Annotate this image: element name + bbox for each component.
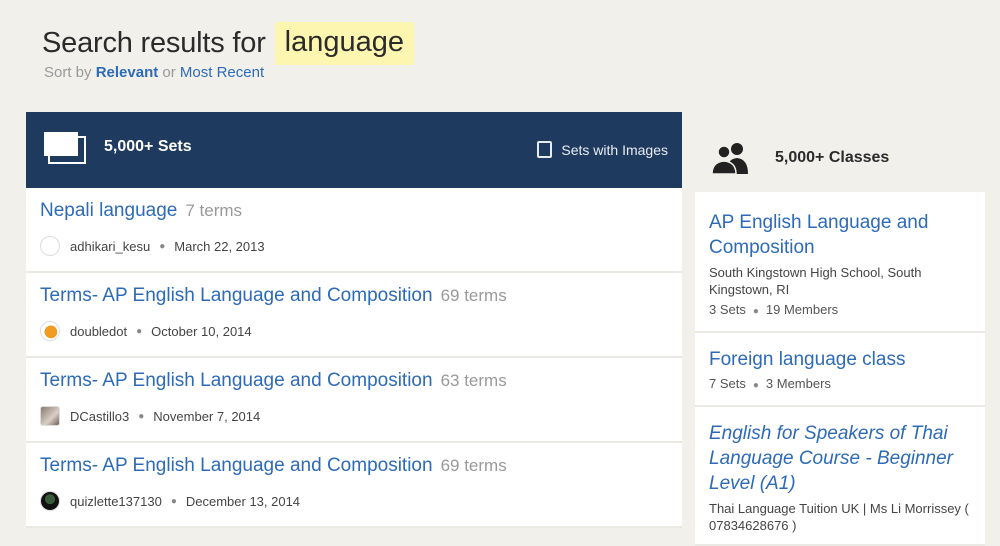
class-set-count: 7 Sets: [709, 376, 746, 391]
sort-label: Sort by: [44, 64, 92, 81]
sets-panel: 5,000+ Sets Sets with Images Nepali lang…: [26, 112, 682, 544]
user-avatar[interactable]: [40, 321, 60, 341]
class-meta: 3 Sets ● 19 Members: [695, 302, 985, 317]
search-results-page: Search results for language Sort by Rele…: [0, 0, 1000, 546]
class-title-link[interactable]: Foreign language class: [695, 347, 985, 372]
people-icon: [711, 143, 748, 174]
set-title-link[interactable]: Nepali language: [40, 200, 177, 221]
class-result-item: Foreign language class 7 Sets ● 3 Members: [695, 333, 985, 407]
classes-count: 5,000+ Classes: [775, 149, 890, 166]
set-author[interactable]: doubledot: [70, 324, 127, 339]
class-meta: 7 Sets ● 3 Members: [695, 376, 985, 391]
sets-with-images-filter[interactable]: Sets with Images: [537, 141, 668, 158]
set-author[interactable]: quizlette137130: [70, 494, 162, 509]
page-title-row: Search results for language: [42, 22, 415, 65]
set-result-item: Terms- AP English Language and Compositi…: [26, 443, 682, 528]
separator-dot: ●: [136, 325, 143, 337]
class-set-count: 3 Sets: [709, 302, 746, 317]
user-avatar[interactable]: [40, 406, 60, 426]
set-term-count: 63 terms: [440, 371, 507, 390]
sort-options: Sort by Relevant or Most Recent: [44, 64, 264, 81]
separator-dot: ●: [752, 380, 759, 391]
sets-header: 5,000+ Sets Sets with Images: [26, 112, 682, 188]
page-title: Search results for: [42, 27, 266, 59]
search-query-highlight: language: [274, 22, 415, 65]
set-term-count: 7 terms: [185, 201, 243, 220]
separator-dot: ●: [752, 306, 759, 317]
class-result-item: English for Speakers of Thai Language Co…: [695, 407, 985, 546]
class-title-link[interactable]: English for Speakers of Thai Language Co…: [695, 421, 985, 496]
set-date: December 13, 2014: [185, 493, 301, 509]
class-result-item: AP English Language and Composition Sout…: [695, 192, 985, 333]
separator-dot: ●: [159, 240, 166, 252]
classes-panel: 5,000+ Classes AP English Language and C…: [695, 120, 985, 546]
set-author[interactable]: DCastillo3: [70, 409, 129, 424]
sort-or-text: or: [162, 64, 176, 81]
class-school: Thai Language Tuition UK | Ms Li Morriss…: [709, 501, 969, 533]
separator-dot: ●: [170, 495, 177, 507]
class-school: South Kingstown High School, South Kings…: [709, 265, 922, 297]
separator-dot: ●: [138, 410, 145, 422]
checkbox-icon[interactable]: [537, 141, 553, 158]
sort-relevant-link[interactable]: Relevant: [96, 64, 159, 81]
set-term-count: 69 terms: [440, 286, 507, 305]
user-avatar[interactable]: [40, 236, 60, 256]
class-title-link[interactable]: AP English Language and Composition: [695, 210, 985, 260]
set-title-link[interactable]: Terms- AP English Language and Compositi…: [40, 370, 433, 391]
set-result-item: Terms- AP English Language and Compositi…: [26, 358, 682, 443]
set-author[interactable]: adhikari_kesu: [70, 239, 150, 254]
set-result-item: Terms- AP English Language and Compositi…: [26, 273, 682, 358]
classes-header: 5,000+ Classes: [695, 120, 985, 192]
set-term-count: 69 terms: [440, 456, 507, 475]
sort-most-recent-link[interactable]: Most Recent: [180, 64, 264, 81]
sets-with-images-label: Sets with Images: [561, 141, 668, 158]
set-result-item: Nepali language 7 terms adhikari_kesu ● M…: [26, 188, 682, 273]
class-member-count: 19 Members: [765, 302, 839, 317]
flashcard-sets-icon: [44, 132, 86, 164]
set-date: October 10, 2014: [151, 323, 252, 339]
set-title-link[interactable]: Terms- AP English Language and Compositi…: [40, 455, 433, 476]
set-date: March 22, 2013: [174, 238, 265, 254]
set-title-link[interactable]: Terms- AP English Language and Compositi…: [40, 285, 433, 306]
user-avatar[interactable]: [40, 491, 60, 511]
set-date: November 7, 2014: [153, 408, 261, 424]
sets-count: 5,000+ Sets: [104, 138, 192, 155]
class-member-count: 3 Members: [765, 376, 831, 391]
